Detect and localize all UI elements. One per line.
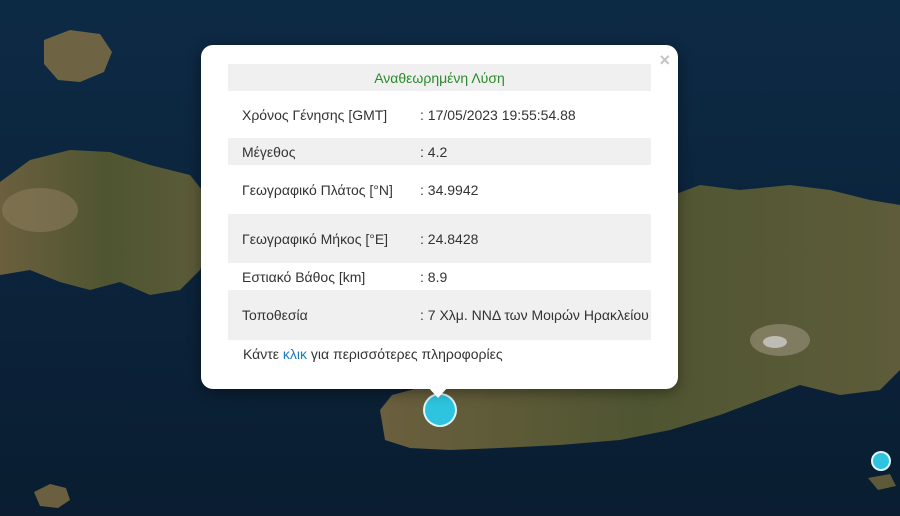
origin-time-label: Χρόνος Γένησης [GMT] xyxy=(242,106,388,123)
popup-tip xyxy=(427,386,449,398)
location-value: : 7 Χλμ. ΝΝΔ των Μοιρών Ηρακλείου xyxy=(406,290,651,340)
longitude-value: : 24.8428 xyxy=(406,214,651,263)
table-row: Εστιακό Βάθος [km] : 8.9 xyxy=(228,263,651,290)
latitude-label: Γεωγραφικό Πλάτος [°N] xyxy=(242,181,393,198)
origin-time-value: : 17/05/2023 19:55:54.88 xyxy=(420,106,576,123)
depth-label: Εστιακό Βάθος [km] xyxy=(242,268,366,285)
more-info-line: Κάντε κλικ για περισσότερες πληροφορίες xyxy=(243,346,503,362)
table-row: Γεωγραφικό Μήκος [°E] : 24.8428 xyxy=(228,214,651,263)
more-info-prefix: Κάντε xyxy=(243,346,283,362)
table-row: Μέγεθος : 4.2 xyxy=(228,138,651,165)
earthquake-marker[interactable] xyxy=(423,393,457,427)
table-row: Χρόνος Γένησης [GMT] : 17/05/2023 19:55:… xyxy=(228,91,651,138)
earthquake-details-table: Αναθεωρημένη Λύση Χρόνος Γένησης [GMT] :… xyxy=(228,64,651,340)
table-row: Γεωγραφικό Πλάτος [°N] : 34.9942 xyxy=(228,165,651,214)
depth-value: : 8.9 xyxy=(420,268,448,285)
snow-patch xyxy=(763,336,787,348)
location-label: Τοποθεσία xyxy=(228,290,406,340)
mountain-west xyxy=(2,188,78,232)
earthquake-info-popup: × Αναθεωρημένη Λύση Χρόνος Γένησης [GMT]… xyxy=(201,45,678,389)
more-info-suffix: για περισσότερες πληροφορίες xyxy=(307,346,503,362)
table-row: Τοποθεσία : 7 Χλμ. ΝΝΔ των Μοιρών Ηρακλε… xyxy=(228,290,651,340)
longitude-label: Γεωγραφικό Μήκος [°E] xyxy=(228,214,406,263)
close-icon[interactable]: × xyxy=(659,51,670,69)
more-info-link[interactable]: κλικ xyxy=(283,346,307,362)
latitude-value: : 34.9942 xyxy=(420,181,479,198)
revised-solution-title: Αναθεωρημένη Λύση xyxy=(228,64,651,91)
earthquake-marker-small[interactable] xyxy=(871,451,891,471)
magnitude-value: : 4.2 xyxy=(406,138,651,165)
magnitude-label: Μέγεθος xyxy=(228,138,406,165)
table-header-row: Αναθεωρημένη Λύση xyxy=(228,64,651,91)
